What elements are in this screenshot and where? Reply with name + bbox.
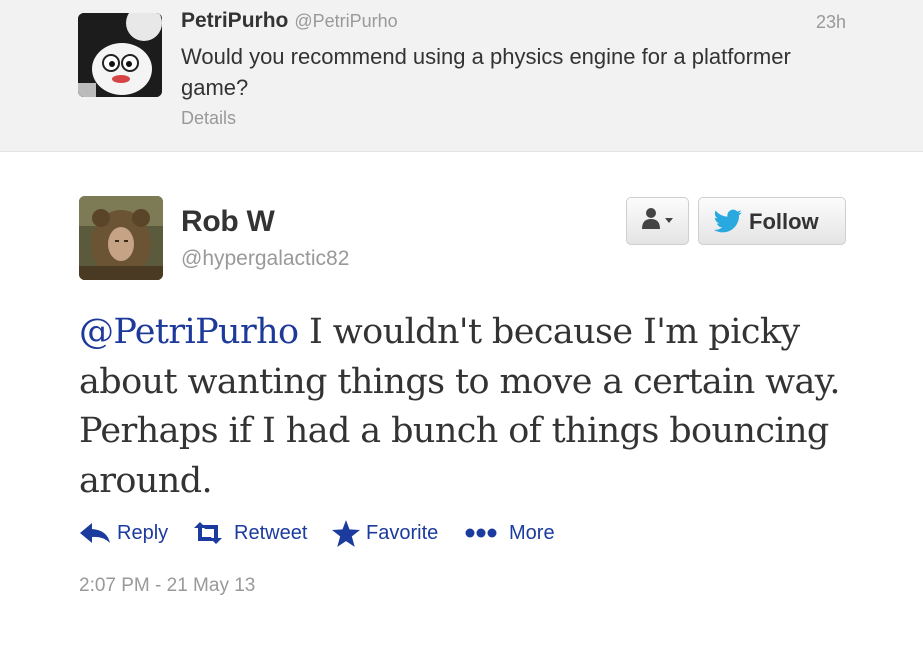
parent-display-name[interactable]: PetriPurho (181, 9, 288, 32)
tweet-text: @PetriPurho I wouldn't because I'm picky… (79, 308, 869, 506)
parent-tweet-text: Would you recommend using a physics engi… (181, 44, 791, 100)
details-link[interactable]: Details (181, 108, 236, 129)
author-avatar[interactable] (79, 196, 163, 280)
retweet-label: Retweet (234, 522, 308, 544)
tweet-actions: Reply Retweet Favorite More (79, 518, 679, 550)
author-display-name[interactable]: Rob W (181, 205, 275, 239)
follow-button[interactable]: Follow (698, 197, 846, 245)
retweet-button[interactable]: Retweet (191, 518, 316, 550)
follow-label: Follow (749, 209, 819, 234)
retweet-icon (194, 522, 222, 544)
parent-tweet[interactable]: PetriPurho @PetriPurho 23h Would you reco… (0, 0, 923, 152)
tweet-timestamp[interactable]: 2:07 PM - 21 May 13 (79, 575, 255, 597)
author-handle[interactable]: @hypergalactic82 (181, 247, 349, 271)
mention-link[interactable]: @PetriPurho (79, 312, 299, 352)
favorite-label: Favorite (366, 522, 439, 544)
parent-time[interactable]: 23h (816, 12, 846, 33)
reply-label: Reply (117, 522, 169, 544)
twitter-bird-icon (713, 209, 742, 233)
star-icon (332, 520, 360, 547)
parent-avatar[interactable] (78, 13, 162, 97)
favorite-button[interactable]: Favorite (332, 518, 452, 550)
parent-author[interactable]: PetriPurho @PetriPurho (181, 9, 398, 33)
cartoon-face-icon (78, 13, 162, 97)
person-dropdown-icon (642, 208, 673, 229)
profile-photo-icon (79, 196, 163, 280)
more-button[interactable]: More (464, 518, 564, 550)
parent-handle[interactable]: @PetriPurho (294, 11, 397, 31)
more-label: More (509, 522, 555, 544)
more-dots-icon (465, 528, 497, 538)
reply-arrow-icon (80, 523, 110, 543)
reply-button[interactable]: Reply (79, 518, 174, 550)
user-actions-dropdown-button[interactable] (626, 197, 689, 245)
